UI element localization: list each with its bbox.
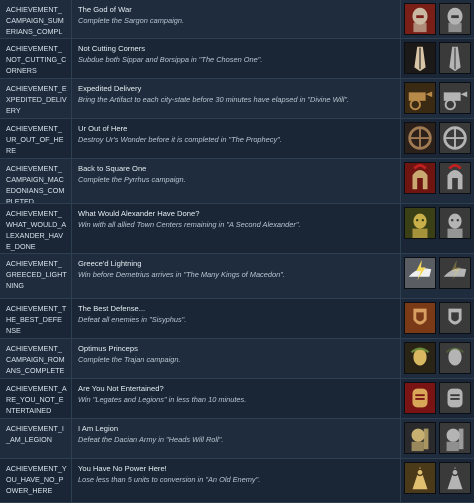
hoplite-helmet-locked-icon bbox=[439, 162, 471, 194]
achievement-icons bbox=[400, 159, 474, 203]
priest-icon bbox=[404, 462, 436, 494]
achievement-title: Greece'd Lightning bbox=[78, 259, 142, 268]
achievement-text-cell: What Would Alexander Have Done? Win with … bbox=[72, 204, 400, 253]
achievement-row: ACHIEVEMENT_CAMPAIGN_MACEDONIANS_COMPLET… bbox=[0, 159, 474, 204]
achievement-id: ACHIEVEMENT_CAMPAIGN_MACEDONIANS_COMPLET… bbox=[0, 159, 72, 203]
priest-locked-icon bbox=[439, 462, 471, 494]
achievement-id: ACHIEVEMENT_CAMPAIGN_SUMERIANS_COMPLETED bbox=[0, 0, 72, 38]
achievement-title: Ur Out of Here bbox=[78, 124, 128, 133]
achievement-text-cell: Are You Not Entertained? Win "Legates and… bbox=[72, 379, 400, 418]
wheel-icon bbox=[404, 122, 436, 154]
shield-wall-icon bbox=[404, 302, 436, 334]
achievement-icons bbox=[400, 79, 474, 118]
achievement-icons bbox=[400, 254, 474, 298]
warrior-helmet-locked-icon bbox=[439, 3, 471, 35]
achievement-description: Defeat all enemies in "Sisyphus". bbox=[78, 315, 187, 324]
achievement-title: What Would Alexander Have Done? bbox=[78, 209, 200, 218]
achievement-icons bbox=[400, 459, 474, 502]
achievement-title: Back to Square One bbox=[78, 164, 147, 173]
achievement-row: ACHIEVEMENT_WHAT_WOULD_ALEXANDER_HAVE_DO… bbox=[0, 204, 474, 254]
hoplite-helmet-icon bbox=[404, 162, 436, 194]
achievement-id: ACHIEVEMENT_EXPEDITED_DELIVERY bbox=[0, 79, 72, 118]
achievement-icons bbox=[400, 204, 474, 253]
shield-wall-locked-icon bbox=[439, 302, 471, 334]
achievement-icons bbox=[400, 299, 474, 338]
achievement-row: ACHIEVEMENT_CAMPAIGN_ROMANS_COMPLETEDOpt… bbox=[0, 339, 474, 379]
achievement-title: The God of War bbox=[78, 5, 132, 14]
praying-hands-locked-icon bbox=[439, 42, 471, 74]
achievement-text-cell: I Am Legion Defeat the Dacian Army in "He… bbox=[72, 419, 400, 458]
achievement-description: Subdue both Sippar and Borsippa in "The … bbox=[78, 55, 263, 64]
achievement-description: Lose less than 5 units to conversion in … bbox=[78, 475, 261, 484]
achievement-title: I Am Legion bbox=[78, 424, 119, 433]
achievement-id: ACHIEVEMENT_GREECED_LIGHTNING bbox=[0, 254, 72, 298]
alexander-portrait-locked-icon bbox=[439, 207, 471, 239]
achievement-title: Expedited Delivery bbox=[78, 84, 142, 93]
achievement-description: Defeat the Dacian Army in "Heads Will Ro… bbox=[78, 435, 224, 444]
achievement-row: ACHIEVEMENT_NOT_CUTTING_CORNERS Not Cutti… bbox=[0, 39, 474, 79]
gladiator-icon bbox=[404, 382, 436, 414]
achievement-title: The Best Defense... bbox=[78, 304, 146, 313]
achievement-icons bbox=[400, 379, 474, 418]
achievement-id: ACHIEVEMENT_I_AM_LEGION bbox=[0, 419, 72, 458]
achievement-icons bbox=[400, 0, 474, 38]
chariot-icon bbox=[404, 82, 436, 114]
gladiator-locked-icon bbox=[439, 382, 471, 414]
achievement-description: Complete the Trajan campaign. bbox=[78, 355, 181, 364]
achievement-title: Optimus Princeps bbox=[78, 344, 138, 353]
warrior-helmet-icon bbox=[404, 3, 436, 35]
achievement-row: ACHIEVEMENT_EXPEDITED_DELIVERY Expedited … bbox=[0, 79, 474, 119]
achievement-id: ACHIEVEMENT_ARE_YOU_NOT_ENTERTAINED bbox=[0, 379, 72, 418]
achievement-icons bbox=[400, 419, 474, 458]
achievement-row: ACHIEVEMENT_THE_BEST_DEFENSE The Best Def… bbox=[0, 299, 474, 339]
achievement-text-cell: The Best Defense... Defeat all enemies in… bbox=[72, 299, 400, 338]
achievement-description: Win with all allied Town Centers remaini… bbox=[78, 220, 301, 229]
achievement-row: ACHIEVEMENT_CAMPAIGN_SUMERIANS_COMPLETED… bbox=[0, 0, 474, 39]
achievement-icons bbox=[400, 119, 474, 158]
achievement-description: Destroy Ur's Wonder before it is complet… bbox=[78, 135, 282, 144]
achievement-text-cell: Back to Square One Complete the Pyrrhus c… bbox=[72, 159, 400, 203]
achievement-text-cell: Optimus Princeps Complete the Trajan camp… bbox=[72, 339, 400, 378]
alexander-portrait-icon bbox=[404, 207, 436, 239]
chariot-locked-icon bbox=[439, 82, 471, 114]
achievement-description: Complete the Pyrrhus campaign. bbox=[78, 175, 186, 184]
achievement-title: Not Cutting Corners bbox=[78, 44, 146, 53]
achievement-text-cell: You Have No Power Here! Lose less than 5 … bbox=[72, 459, 400, 502]
achievement-row: ACHIEVEMENT_I_AM_LEGION I Am Legion Defeat… bbox=[0, 419, 474, 459]
achievement-title: Are You Not Entertained? bbox=[78, 384, 164, 393]
legionary-icon bbox=[404, 422, 436, 454]
achievement-id: ACHIEVEMENT_THE_BEST_DEFENSE bbox=[0, 299, 72, 338]
achievement-row: ACHIEVEMENT_YOU_HAVE_NO_POWER_HERE You Ha… bbox=[0, 459, 474, 503]
wheel-locked-icon bbox=[439, 122, 471, 154]
achievement-row: ACHIEVEMENT_ARE_YOU_NOT_ENTERTAINED Are Y… bbox=[0, 379, 474, 419]
achievement-description: Bring the Artifact to each city-state be… bbox=[78, 95, 350, 104]
achievement-text-cell: The God of War Complete the Sargon campai… bbox=[72, 0, 400, 38]
lightning-chariot-icon bbox=[404, 257, 436, 289]
achievement-text-cell: Ur Out of Here Destroy Ur's Wonder before… bbox=[72, 119, 400, 158]
achievement-id: ACHIEVEMENT_UR_OUT_OF_HERE bbox=[0, 119, 72, 158]
laurel-bust-locked-icon bbox=[439, 342, 471, 374]
achievement-row: ACHIEVEMENT_UR_OUT_OF_HERE Ur Out of Here… bbox=[0, 119, 474, 159]
achievement-text-cell: Not Cutting Corners Subdue both Sippar an… bbox=[72, 39, 400, 78]
achievement-id: ACHIEVEMENT_CAMPAIGN_ROMANS_COMPLETED bbox=[0, 339, 72, 378]
achievement-icons bbox=[400, 339, 474, 378]
achievement-table: ACHIEVEMENT_CAMPAIGN_SUMERIANS_COMPLETED… bbox=[0, 0, 474, 503]
achievement-id: ACHIEVEMENT_YOU_HAVE_NO_POWER_HERE bbox=[0, 459, 72, 502]
laurel-bust-icon bbox=[404, 342, 436, 374]
achievement-description: Win before Demetrius arrives in "The Man… bbox=[78, 270, 285, 279]
achievement-id: ACHIEVEMENT_WHAT_WOULD_ALEXANDER_HAVE_DO… bbox=[0, 204, 72, 253]
achievement-id: ACHIEVEMENT_NOT_CUTTING_CORNERS bbox=[0, 39, 72, 78]
achievement-description: Win "Legates and Legions" in less than 1… bbox=[78, 395, 247, 404]
praying-hands-icon bbox=[404, 42, 436, 74]
achievement-description: Complete the Sargon campaign. bbox=[78, 16, 184, 25]
achievement-icons bbox=[400, 39, 474, 78]
legionary-locked-icon bbox=[439, 422, 471, 454]
achievement-text-cell: Expedited Delivery Bring the Artifact to … bbox=[72, 79, 400, 118]
achievement-row: ACHIEVEMENT_GREECED_LIGHTNING Greece'd Li… bbox=[0, 254, 474, 299]
lightning-chariot-locked-icon bbox=[439, 257, 471, 289]
achievement-text-cell: Greece'd Lightning Win before Demetrius a… bbox=[72, 254, 400, 298]
achievement-title: You Have No Power Here! bbox=[78, 464, 167, 473]
